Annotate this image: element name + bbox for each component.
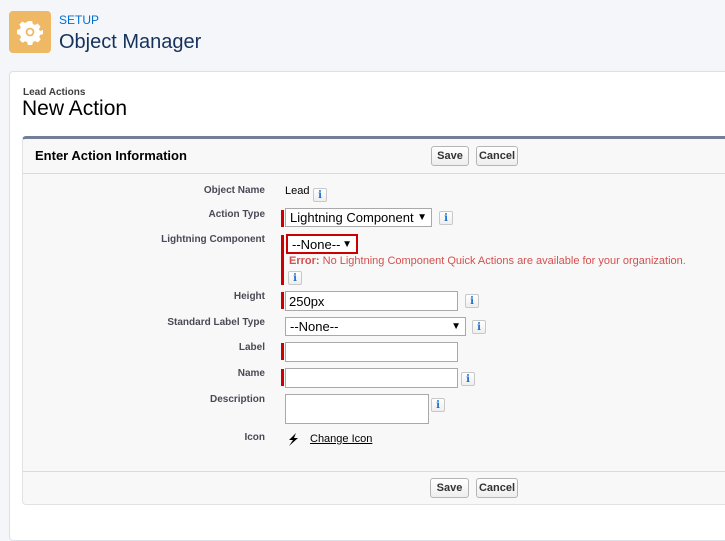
lightning-bolt-icon <box>287 433 299 451</box>
dropdown-arrow-icon: ▼ <box>342 238 352 250</box>
info-icon[interactable]: i <box>465 294 479 308</box>
error-prefix: Error: <box>289 255 320 267</box>
dropdown-arrow-icon: ▼ <box>417 212 427 223</box>
label-input[interactable] <box>285 342 458 362</box>
name-input[interactable] <box>285 368 458 388</box>
info-icon[interactable]: i <box>472 320 486 334</box>
save-button-top[interactable]: Save <box>431 146 469 166</box>
setup-gear-icon <box>9 11 51 53</box>
action-type-label: Action Type <box>208 209 265 220</box>
required-indicator <box>281 369 284 386</box>
lightning-component-select[interactable]: --None-- ▼ <box>286 234 358 254</box>
standard-label-type-select[interactable]: --None-- ▼ <box>285 317 466 336</box>
dropdown-arrow-icon: ▼ <box>451 321 461 332</box>
name-field-label: Name <box>237 368 265 379</box>
app-title: Object Manager <box>59 31 202 53</box>
divider <box>23 173 725 174</box>
info-icon[interactable]: i <box>431 398 445 412</box>
setup-label: SETUP <box>59 13 100 27</box>
required-indicator <box>281 210 284 227</box>
info-icon[interactable]: i <box>288 271 302 285</box>
info-icon[interactable]: i <box>461 372 475 386</box>
info-icon[interactable]: i <box>313 188 327 202</box>
description-label: Description <box>209 394 265 405</box>
save-button-bottom[interactable]: Save <box>430 478 469 498</box>
standard-label-type-value: --None-- <box>290 319 339 334</box>
panel-title: Enter Action Information <box>35 148 187 163</box>
change-icon-link[interactable]: Change Icon <box>310 433 372 445</box>
height-label: Height <box>233 291 265 302</box>
info-icon[interactable]: i <box>439 211 453 225</box>
required-indicator <box>281 235 284 285</box>
lightning-component-label: Lightning Component <box>161 234 265 245</box>
icon-field-label: Icon <box>244 432 265 443</box>
lightning-component-value: --None-- <box>292 236 341 252</box>
error-text: No Lightning Component Quick Actions are… <box>319 255 686 267</box>
height-input[interactable]: 250px <box>285 291 458 311</box>
label-field-label: Label <box>238 342 265 353</box>
error-message: Error: No Lightning Component Quick Acti… <box>289 255 686 267</box>
action-type-value: Lightning Component <box>290 210 414 225</box>
page-title: New Action <box>22 97 128 120</box>
cancel-button-top[interactable]: Cancel <box>476 146 518 166</box>
required-indicator <box>281 343 284 360</box>
cancel-button-bottom[interactable]: Cancel <box>476 478 518 498</box>
description-textarea[interactable] <box>285 394 429 424</box>
action-type-select[interactable]: Lightning Component ▼ <box>285 208 432 227</box>
object-name-value: Lead <box>285 185 310 197</box>
required-indicator <box>281 292 284 309</box>
object-name-label: Object Name <box>203 185 265 196</box>
divider <box>23 471 725 472</box>
standard-label-type-label: Standard Label Type <box>167 317 265 328</box>
